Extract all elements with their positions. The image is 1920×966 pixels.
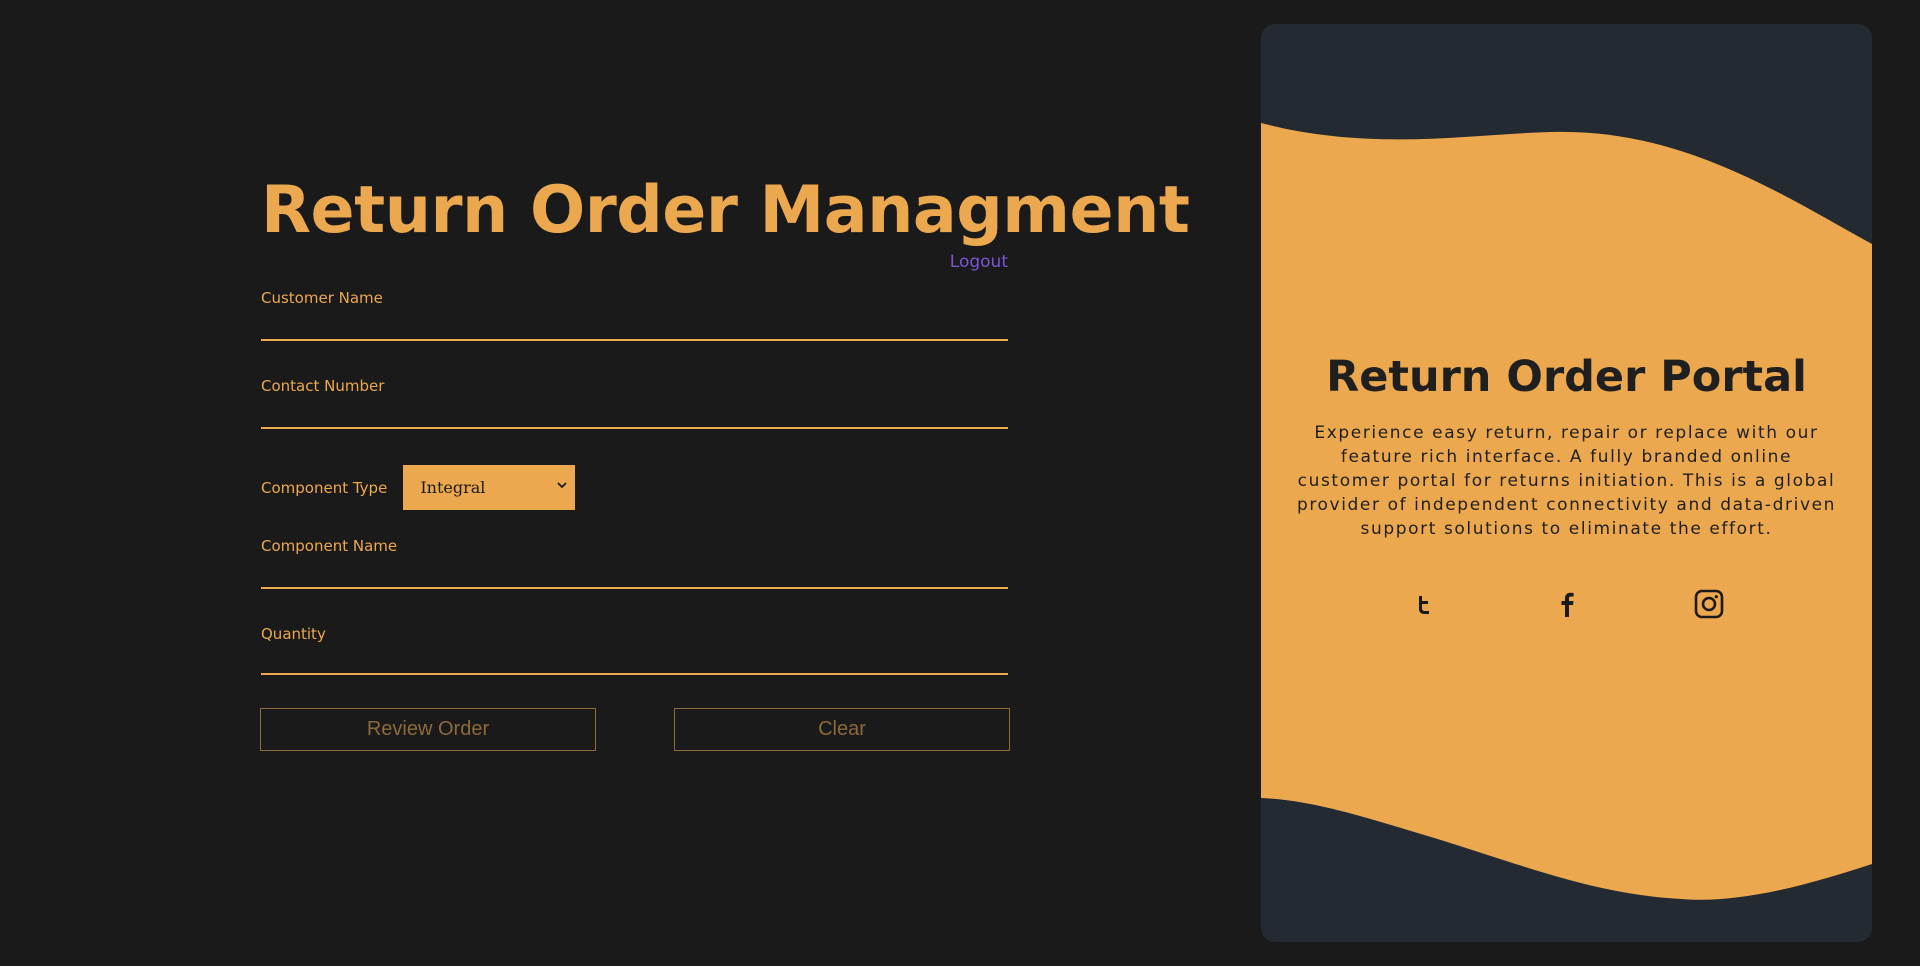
customer-name-input[interactable] — [261, 307, 1008, 341]
component-name-group: Component Name — [261, 537, 1008, 589]
clear-button[interactable]: Clear — [674, 708, 1010, 751]
review-order-button[interactable]: Review Order — [260, 708, 596, 751]
quantity-group: Quantity — [261, 625, 1008, 675]
contact-number-group: Contact Number — [261, 377, 1008, 429]
customer-name-group: Customer Name — [261, 289, 1008, 341]
contact-number-input[interactable] — [261, 395, 1008, 429]
quantity-input[interactable] — [261, 643, 1008, 675]
facebook-icon[interactable] — [1552, 589, 1582, 619]
social-links — [1261, 589, 1872, 621]
contact-number-label: Contact Number — [261, 377, 385, 395]
quantity-label: Quantity — [261, 625, 326, 643]
card-description: Experience easy return, repair or replac… — [1296, 423, 1837, 539]
card-title: Return Order Portal — [1326, 352, 1807, 402]
customer-name-label: Customer Name — [261, 289, 383, 307]
instagram-icon[interactable] — [1694, 589, 1724, 619]
chevron-down-icon — [557, 482, 567, 489]
form-fields: Customer Name Contact Number Component T… — [260, 0, 1010, 966]
component-type-value: Integral — [420, 478, 486, 497]
component-type-label: Component Type — [261, 478, 388, 497]
component-type-select[interactable]: Integral — [403, 465, 576, 510]
portal-info-card: Return Order Portal Experience easy retu… — [1261, 24, 1872, 942]
component-name-input[interactable] — [261, 555, 1008, 589]
component-name-label: Component Name — [261, 537, 398, 555]
twitter-icon[interactable] — [1409, 589, 1439, 619]
page: Return Order Managment Logout Customer N… — [0, 0, 1920, 966]
component-type-group: Component Type Integral — [261, 465, 576, 510]
card-content: Return Order Portal Experience easy retu… — [1261, 349, 1872, 541]
